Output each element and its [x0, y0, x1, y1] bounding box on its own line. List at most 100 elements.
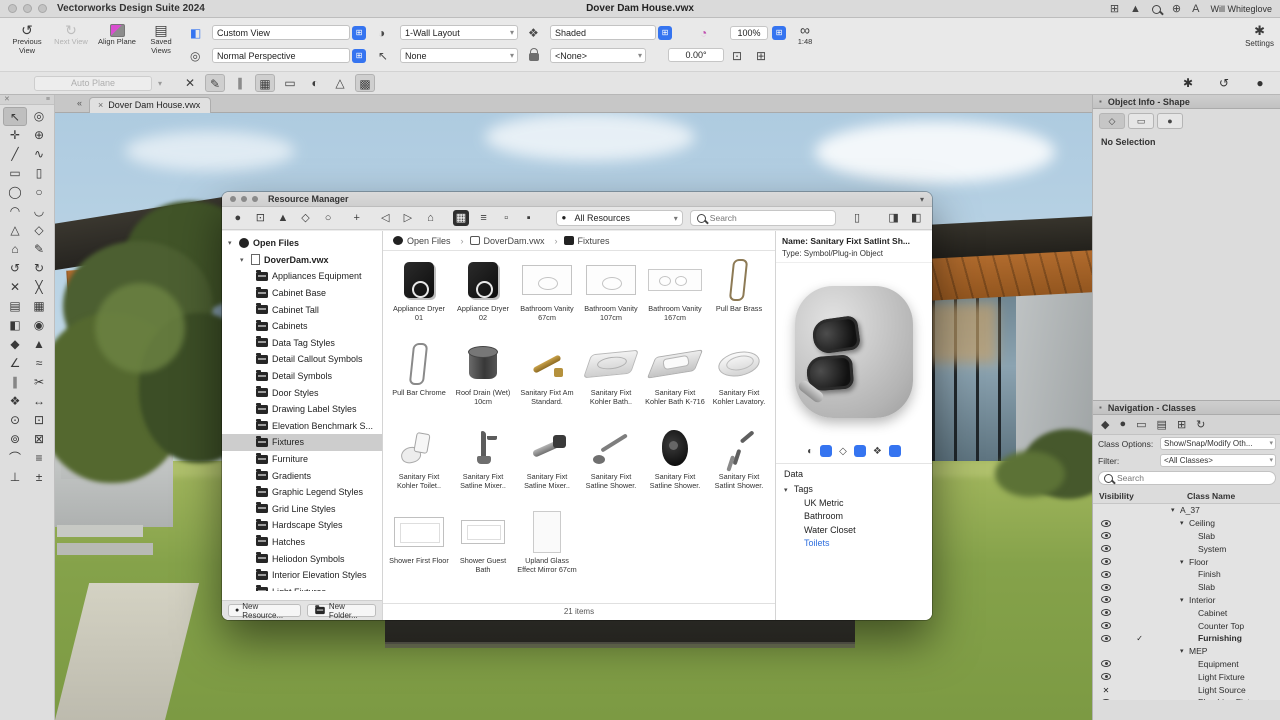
plane-select[interactable]: None [400, 48, 518, 63]
render-preview-icon[interactable]: ◐ [807, 446, 813, 457]
tool-icon[interactable]: ╱ [3, 145, 27, 164]
active-class-select[interactable]: <None> [550, 48, 646, 63]
tool-icon[interactable]: ↻ [27, 259, 51, 278]
disclosure-triangle[interactable]: ▾ [240, 256, 247, 264]
view-options-button[interactable]: ⊞ [352, 26, 366, 40]
zoom-options-button[interactable]: ⊞ [772, 26, 786, 40]
active-tool-icon[interactable]: ● [1250, 74, 1270, 92]
tag-item[interactable]: Toilets [776, 535, 932, 548]
render-tab[interactable]: ● [1157, 113, 1183, 129]
visibility-toggle[interactable] [1099, 570, 1113, 578]
resource-folder-item[interactable]: Gradients [222, 467, 382, 484]
class-row[interactable]: MEP [1093, 645, 1280, 658]
resource-folder-item[interactable]: Grid Line Styles [222, 501, 382, 518]
option-blue-button[interactable] [888, 445, 901, 458]
tool-icon[interactable]: ⌒ [3, 449, 27, 468]
palette-menu-icon[interactable]: ≡ [46, 95, 50, 104]
tool-icon[interactable]: ◯ [3, 183, 27, 202]
option-blue-button[interactable] [853, 445, 866, 458]
favorites-icon[interactable]: ▲ [275, 210, 291, 226]
resource-folder-item[interactable]: Heliodon Symbols [222, 550, 382, 567]
preview-pane-toggle[interactable]: ▯ [849, 210, 865, 226]
resource-item[interactable]: Roof Drain (Wet) 10cm [451, 339, 515, 423]
resource-item[interactable]: Sanitary Fixt Kohler Lavatory. [707, 339, 771, 423]
visibility-toggle[interactable] [1099, 673, 1113, 681]
visibility-toggle[interactable] [1099, 660, 1113, 668]
projection-icon[interactable]: ◎ [190, 49, 200, 63]
quality-preview-icon[interactable]: ❖ [873, 446, 882, 457]
resource-item[interactable]: Bathroom Vanity 67cm [515, 255, 579, 339]
tool-icon[interactable]: ⊙ [3, 411, 27, 430]
data-section-row[interactable]: Data [776, 464, 932, 479]
resource-item[interactable]: Sanitary Fixt Satlint Shower. [707, 423, 771, 507]
tab-close-icon[interactable]: × [98, 100, 103, 110]
navigation-header[interactable]: ▪ Navigation - Classes [1093, 401, 1280, 415]
navigation-toolbar-icon[interactable]: ▤ [1157, 418, 1167, 431]
back-button[interactable]: ◁ [377, 210, 393, 226]
resource-item[interactable]: Sanitary Fixt Kohler Bath K-716 [643, 339, 707, 423]
class-name-column-header[interactable]: Class Name [1187, 491, 1235, 501]
tool-icon[interactable]: ⌂ [3, 240, 27, 259]
close-window-button[interactable] [8, 4, 17, 13]
class-row[interactable]: Light Fixture [1093, 670, 1280, 683]
data-tab[interactable]: ▭ [1128, 113, 1154, 129]
projection-options-button[interactable]: ⊞ [352, 49, 366, 63]
rotate-plan-icon[interactable]: ◔ [700, 26, 707, 40]
tool-mode-icon[interactable]: △ [330, 74, 350, 92]
tool-icon[interactable]: ◎ [27, 107, 51, 126]
resource-folder-item[interactable]: Hardscape Styles [222, 517, 382, 534]
class-row[interactable]: System [1093, 542, 1280, 555]
shape-tab[interactable]: ◇ [1099, 113, 1125, 129]
tool-icon[interactable]: ↺ [3, 259, 27, 278]
tool-icon[interactable]: ▤ [3, 297, 27, 316]
zoom-field[interactable]: 100% [730, 26, 768, 40]
next-view-button[interactable]: ↻ Next View [50, 22, 92, 47]
tags-section-row[interactable]: ▾ Tags [776, 479, 932, 494]
tool-icon[interactable]: ◠ [3, 202, 27, 221]
resource-manager-window[interactable]: Resource Manager ▾ ● ⊡ ▲ ◇ ○ + ◁ ▷ ⌂ ▦ ≡… [222, 192, 932, 620]
resource-item[interactable]: Sanitary Fixt Satline Mixer.. [451, 423, 515, 507]
class-row[interactable]: Counter Top [1093, 619, 1280, 632]
visibility-toggle[interactable] [1099, 634, 1113, 642]
layout-icon[interactable]: ◑ [378, 26, 385, 40]
tool-icon[interactable]: ⊚ [3, 430, 27, 449]
class-row[interactable]: Furnishing [1093, 632, 1280, 645]
tool-icon[interactable]: ⊕ [27, 126, 51, 145]
tool-icon[interactable]: ◡ [27, 202, 51, 221]
resource-folder-item[interactable]: Fixtures [222, 434, 382, 451]
rm-zoom-button[interactable] [252, 196, 258, 202]
palette-close-icon[interactable]: ✕ [4, 95, 10, 104]
resource-folder-item[interactable]: Furniture [222, 451, 382, 468]
resource-item[interactable]: Pull Bar Brass [707, 255, 771, 339]
tool-mode-icon[interactable]: ▭ [280, 74, 300, 92]
resource-folder-item[interactable]: Elevation Benchmark S... [222, 418, 382, 435]
tool-mode-icon[interactable]: ∥ [230, 74, 250, 92]
disclosure-triangle[interactable] [1180, 596, 1189, 604]
navigation-toolbar-icon[interactable]: ◆ [1101, 418, 1109, 431]
class-search-box[interactable] [1098, 471, 1276, 485]
class-row[interactable]: Light Source [1093, 683, 1280, 696]
rm-minimize-button[interactable] [241, 196, 247, 202]
undo-view-icon[interactable]: ↺ [1214, 74, 1234, 92]
navigation-toolbar-icon[interactable]: ▭ [1136, 418, 1146, 431]
resource-item[interactable]: Sanitary Fixt Am Standard. [515, 339, 579, 423]
resource-item[interactable]: Appliance Dryer 01 [387, 255, 451, 339]
tool-mode-icon[interactable]: ▦ [255, 74, 275, 92]
saved-views-button[interactable]: ▤ Saved Views [140, 22, 182, 55]
resource-folder-item[interactable]: Cabinet Tall [222, 301, 382, 318]
render-mode-select[interactable]: Shaded [550, 25, 656, 40]
tool-icon[interactable]: ▦ [27, 297, 51, 316]
visibility-toggle[interactable] [1099, 685, 1113, 695]
minimize-window-button[interactable] [23, 4, 32, 13]
visibility-toggle[interactable] [1099, 583, 1113, 591]
disclosure-triangle[interactable] [1171, 506, 1180, 514]
upload-icon[interactable]: ▲ [1130, 3, 1141, 15]
navigation-toolbar-icon[interactable]: ● [1119, 418, 1126, 431]
tab-collapse-icon[interactable]: « [77, 98, 82, 108]
tool-icon[interactable]: ✎ [27, 240, 51, 259]
layer-scale-button[interactable]: ∞ 1:48 [788, 22, 822, 47]
tool-icon[interactable]: ✛ [3, 126, 27, 145]
tool-icon[interactable]: ▲ [27, 335, 51, 354]
tool-icon[interactable]: ≈ [27, 354, 51, 373]
tool-mode-icon[interactable]: ✎ [205, 74, 225, 92]
